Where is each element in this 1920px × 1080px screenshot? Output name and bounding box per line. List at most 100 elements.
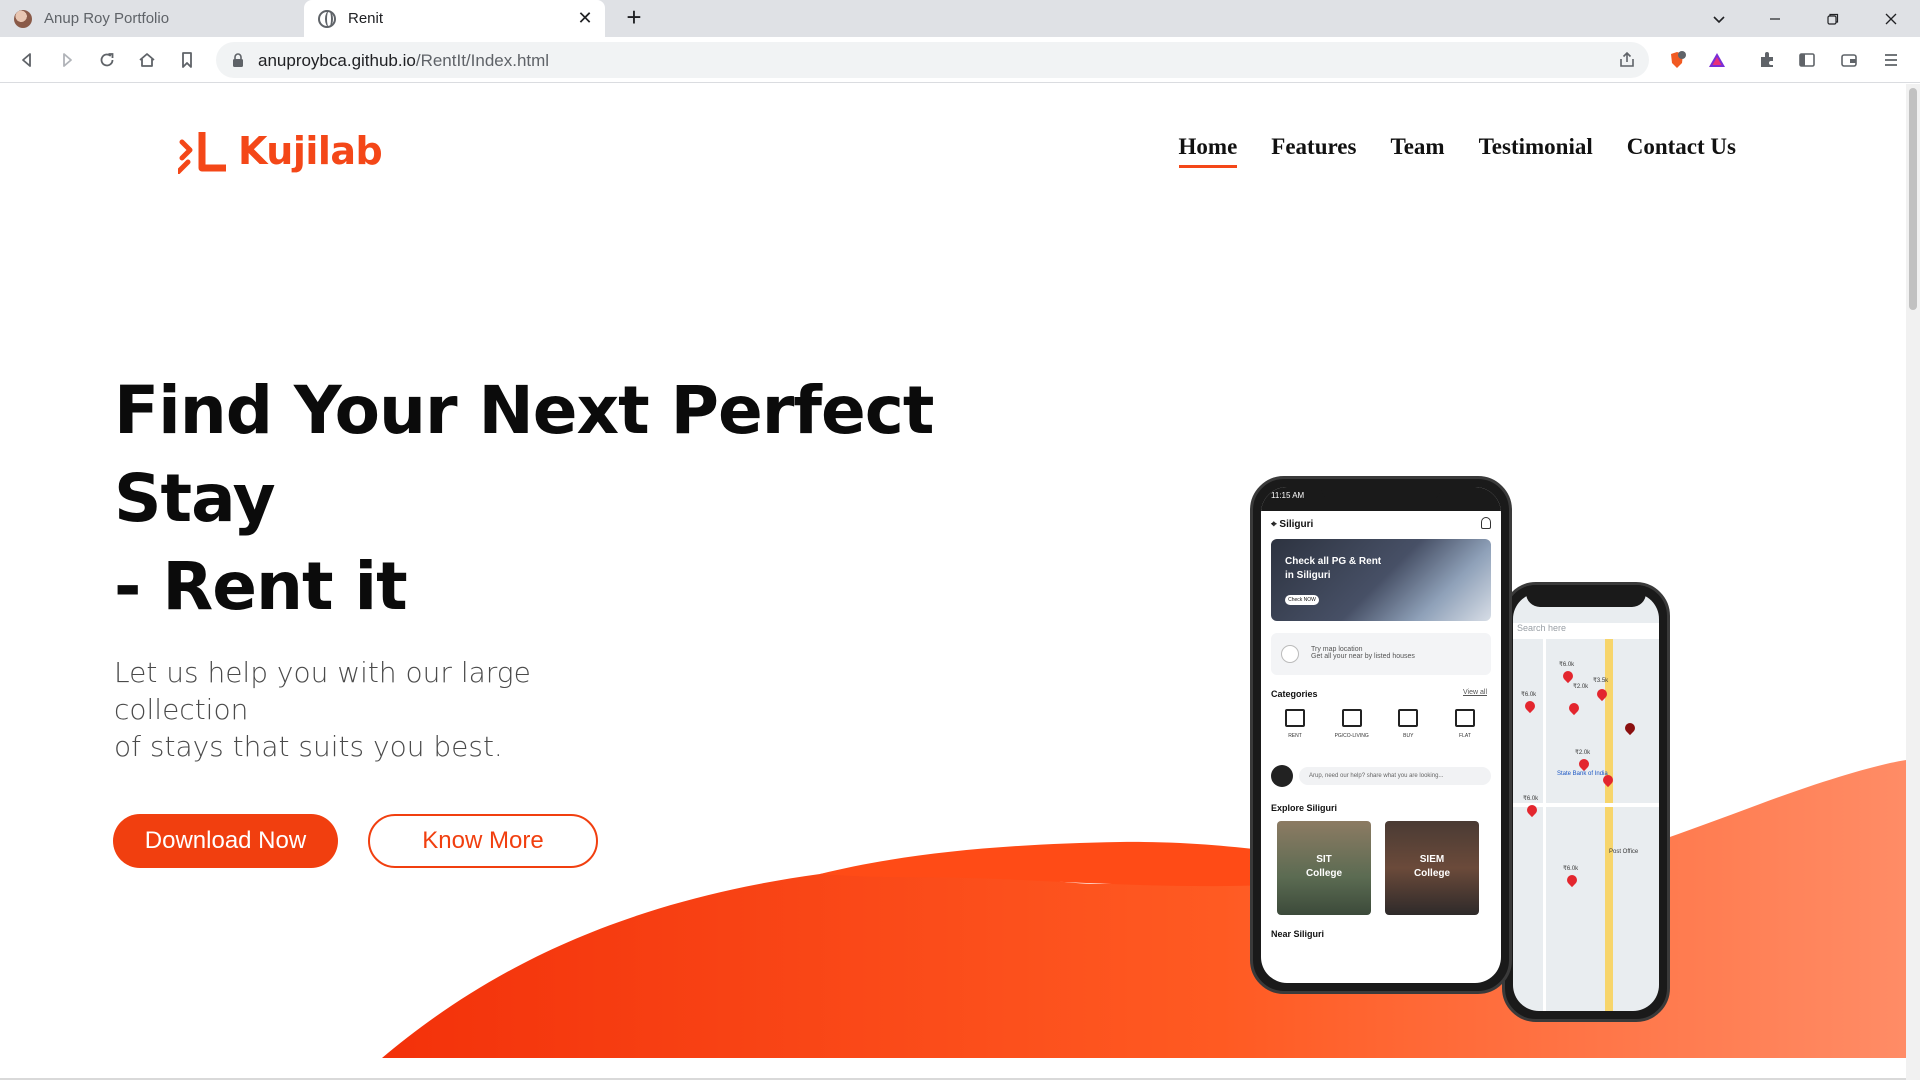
card-line-1: SIEM [1419, 854, 1445, 865]
map-screen: Search here ₹6.0k ₹6.0k ₹2.0k ₹3.5k ₹2.0… [1513, 593, 1659, 1011]
favicon-avatar-icon [14, 9, 32, 28]
phone-notch [1526, 585, 1646, 607]
explore-card-siem: SIEM College [1385, 821, 1479, 915]
home-icon[interactable] [132, 45, 162, 75]
menu-icon[interactable] [1876, 45, 1906, 75]
hero-title: Find Your Next Perfect Stay - Rent it [114, 367, 934, 631]
know-more-button[interactable]: Know More [368, 814, 598, 868]
close-window-button[interactable] [1868, 0, 1914, 37]
new-tab-button[interactable]: + [620, 4, 648, 32]
map-pin-icon [1560, 668, 1576, 684]
hero-subtitle-line-2: of stays that suits you best. [114, 730, 503, 763]
web-page: Kujilab Home Features Team Testimonial C… [0, 84, 1920, 1080]
share-icon[interactable] [1617, 50, 1637, 70]
back-icon[interactable] [12, 45, 42, 75]
category-label: PG/CO-LIVING [1334, 733, 1369, 739]
map-price-label: ₹2.0k [1573, 684, 1589, 690]
nav-contact-us[interactable]: Contact Us [1627, 134, 1736, 168]
phone-notch [1321, 479, 1441, 501]
map-search-bar: Search here [1513, 623, 1659, 639]
category-rent: RENT [1275, 709, 1315, 739]
hand-house-icon [1398, 709, 1419, 727]
category-label: FLAT [1459, 733, 1471, 739]
building-icon [1454, 709, 1475, 727]
extensions-icon[interactable] [1752, 45, 1782, 75]
category-flat: FLAT [1445, 709, 1485, 739]
globe-icon [318, 9, 336, 28]
hero-subtitle: Let us help you with our large collectio… [114, 654, 674, 765]
map-pin-icon [1576, 756, 1592, 772]
sidebar-icon[interactable] [1792, 45, 1822, 75]
map-price-label: ₹6.0k [1523, 796, 1539, 802]
map-location-row: Try map location Get all your near by lis… [1271, 633, 1491, 675]
reload-icon[interactable] [92, 45, 122, 75]
status-time: 11:15 AM [1271, 491, 1305, 500]
app-city-name: Siliguri [1279, 519, 1314, 530]
lock-icon [233, 53, 243, 67]
card-line-2: College [1305, 868, 1343, 879]
browser-tab-strip: Anup Roy Portfolio Renit ✕ + [0, 0, 1920, 37]
brave-shield-icon[interactable] [1662, 45, 1692, 75]
banner-button: Check NOW [1285, 595, 1319, 605]
bookmark-icon[interactable] [172, 45, 202, 75]
tab-title: Anup Roy Portfolio [44, 10, 170, 27]
help-row: Arup, need our help? share what you are … [1271, 763, 1491, 789]
map-road [1543, 639, 1546, 1011]
map-pin-icon [1564, 872, 1580, 888]
categories-row: RENT PG/CO-LIVING BUY FLAT [1275, 709, 1485, 739]
brave-rewards-icon[interactable] [1702, 45, 1732, 75]
map-price-label: ₹2.0k [1575, 750, 1591, 756]
map-row-text: Try map location Get all your near by lis… [1311, 646, 1415, 660]
kujilab-logo-icon [178, 132, 226, 174]
phone-mockup-map: Search here ₹6.0k ₹6.0k ₹2.0k ₹3.5k ₹2.0… [1502, 582, 1670, 1022]
download-now-button[interactable]: Download Now [113, 814, 338, 868]
map-place-label: Post Office [1609, 849, 1639, 855]
restore-button[interactable] [1810, 0, 1856, 37]
category-label: BUY [1403, 733, 1414, 739]
tab-search-chevron-icon[interactable] [1696, 0, 1742, 37]
banner-line-1: Check all PG & Rent [1285, 556, 1382, 567]
page-scrollbar[interactable] [1906, 84, 1920, 1080]
nav-testimonial[interactable]: Testimonial [1479, 134, 1593, 168]
near-title: Near Siliguri [1271, 929, 1325, 939]
map-place-label: State Bank of India [1557, 771, 1608, 777]
nav-home[interactable]: Home [1178, 134, 1238, 168]
hero-title-line-1: Find Your Next Perfect [114, 372, 934, 449]
forward-icon[interactable] [52, 45, 82, 75]
card-line-1: SIT [1316, 854, 1332, 865]
minimize-button[interactable] [1752, 0, 1798, 37]
main-nav: Home Features Team Testimonial Contact U… [1178, 134, 1736, 168]
banner-line-2: in Siliguri [1285, 570, 1331, 581]
avatar [1271, 765, 1293, 787]
banner-text: Check all PG & Rent in Siliguri [1285, 555, 1381, 583]
app-banner: Check all PG & Rent in Siliguri Check NOW [1271, 539, 1491, 621]
scrollbar-thumb[interactable] [1909, 88, 1917, 310]
map-price-label: ₹6.0k [1563, 866, 1579, 872]
wallet-icon[interactable] [1834, 45, 1864, 75]
phone-mockup-app: 11:15 AM ⌖ Siliguri Check all PG & Rent i… [1250, 476, 1512, 994]
close-tab-icon[interactable]: ✕ [575, 8, 595, 28]
category-buy: BUY [1388, 709, 1428, 739]
card-line-2: College [1413, 868, 1451, 879]
tab-renit[interactable]: Renit ✕ [304, 0, 605, 37]
url-host: anuproybca.github.io [258, 51, 416, 70]
map-pin-icon [1522, 698, 1538, 714]
map-row-desc: Get all your near by listed houses [1311, 653, 1415, 660]
nav-features[interactable]: Features [1271, 134, 1356, 168]
hero-title-line-3: - Rent it [114, 548, 408, 625]
url-path: /RentIt/Index.html [415, 51, 550, 70]
hero-subtitle-line-1: Let us help you with our large collectio… [114, 656, 531, 726]
map-pin-icon [1622, 720, 1638, 736]
nav-team[interactable]: Team [1390, 134, 1444, 168]
category-label: RENT [1288, 733, 1302, 739]
address-bar[interactable]: anuproybca.github.io/RentIt/Index.html [216, 42, 1649, 78]
url-text: anuproybca.github.io/RentIt/Index.html [258, 51, 549, 71]
hero-title-line-2: Stay [114, 460, 276, 537]
tab-anup-roy-portfolio[interactable]: Anup Roy Portfolio [0, 0, 303, 37]
map-price-label: ₹6.0k [1521, 692, 1537, 698]
bell-icon [1481, 517, 1491, 529]
house-icon [1285, 709, 1305, 727]
explore-title: Explore Siliguri [1271, 803, 1338, 813]
view-all-link: View all [1463, 689, 1487, 696]
site-logo[interactable]: Kujilab [178, 128, 383, 174]
